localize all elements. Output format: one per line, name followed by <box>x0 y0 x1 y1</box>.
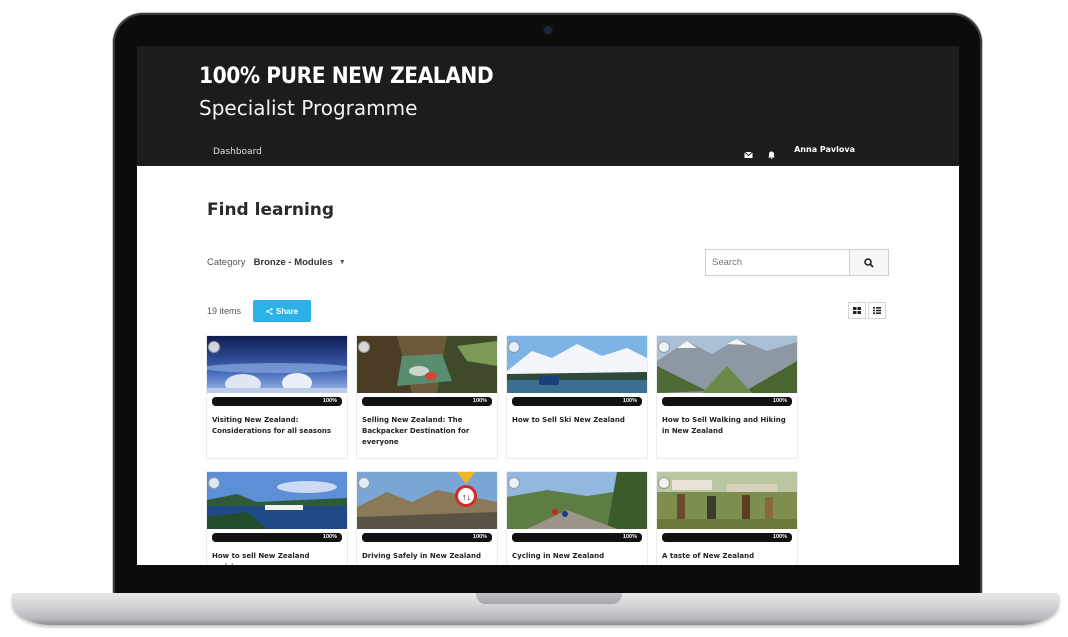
list-view-icon <box>873 307 881 314</box>
progress-bar: 100% <box>512 397 642 406</box>
progress-label: 100% <box>772 534 787 540</box>
category-dropdown[interactable]: Bronze - Modules <box>254 257 333 268</box>
user-nav: Anna Pavlova <box>744 145 855 159</box>
course-title: Driving Safely in New Zealand <box>362 552 482 560</box>
search-box <box>705 249 889 276</box>
search-input[interactable] <box>706 250 849 275</box>
course-thumbnail <box>507 336 647 393</box>
course-title: How to sell New Zealand cruising <box>212 552 310 565</box>
page-title: Find learning <box>207 200 335 220</box>
search-button[interactable] <box>849 250 888 275</box>
course-card[interactable]: 100% Selling New Zealand: The Backpacker… <box>357 336 497 458</box>
course-card[interactable]: 100% Visiting New Zealand: Consideration… <box>207 336 347 458</box>
course-grid: 100% Visiting New Zealand: Consideration… <box>207 336 807 565</box>
bell-icon[interactable] <box>767 146 776 159</box>
course-type-icon <box>208 341 220 353</box>
course-card[interactable]: 100% How to sell New Zealand cruising <box>207 472 347 565</box>
progress-label: 100% <box>322 534 337 540</box>
course-type-icon <box>208 477 220 489</box>
progress-bar: 100% <box>212 533 342 542</box>
share-label: Share <box>275 306 299 316</box>
progress-bar: 100% <box>662 533 792 542</box>
grid-view-icon <box>853 307 861 314</box>
course-type-icon <box>358 341 370 353</box>
chevron-down-icon[interactable]: ▼ <box>339 259 346 266</box>
progress-label: 100% <box>472 398 487 404</box>
course-thumbnail: ↑↓ <box>357 472 497 529</box>
course-title: A taste of New Zealand <box>662 552 755 560</box>
progress-bar: 100% <box>362 397 492 406</box>
course-title: Visiting New Zealand: Considerations for… <box>212 416 332 435</box>
laptop-screen: 100% PURE NEW ZEALAND Specialist Program… <box>137 46 959 565</box>
course-thumbnail <box>207 336 347 393</box>
course-thumbnail <box>207 472 347 529</box>
progress-label: 100% <box>622 398 637 404</box>
category-filter: Category Bronze - Modules ▼ <box>207 257 346 268</box>
course-thumbnail <box>357 336 497 393</box>
category-label: Category <box>207 257 246 268</box>
course-title: How to Sell Ski New Zealand <box>512 416 625 424</box>
course-title: Cycling in New Zealand <box>512 552 605 560</box>
course-title: How to Sell Walking and Hiking in New Ze… <box>662 416 786 435</box>
course-type-icon <box>658 477 670 489</box>
progress-label: 100% <box>322 398 337 404</box>
webcam <box>544 26 552 34</box>
course-card[interactable]: 100% Cycling in New Zealand <box>507 472 647 565</box>
nav-dashboard-link[interactable]: Dashboard <box>213 147 262 157</box>
progress-bar: 100% <box>362 533 492 542</box>
user-name-menu[interactable]: Anna Pavlova <box>794 145 855 154</box>
course-card[interactable]: 100% A taste of New Zealand <box>657 472 797 565</box>
course-card[interactable]: ↑↓ 100% Driving Safely in New Zealand <box>357 472 497 565</box>
view-toggle <box>848 302 886 319</box>
course-type-icon <box>358 477 370 489</box>
progress-label: 100% <box>472 534 487 540</box>
list-view-button[interactable] <box>868 302 886 319</box>
course-card[interactable]: 100% How to Sell Walking and Hiking in N… <box>657 336 797 458</box>
laptop-base-notch <box>476 593 622 604</box>
course-type-icon <box>508 477 520 489</box>
brand-logo-text[interactable]: 100% PURE NEW ZEALAND <box>199 64 494 89</box>
programme-title: Specialist Programme <box>199 96 418 120</box>
share-icon <box>266 307 273 315</box>
progress-bar: 100% <box>212 397 342 406</box>
course-card[interactable]: 100% How to Sell Ski New Zealand <box>507 336 647 458</box>
site-header: 100% PURE NEW ZEALAND Specialist Program… <box>137 46 959 166</box>
course-thumbnail <box>657 336 797 393</box>
result-count: 19 items <box>207 306 242 316</box>
course-title: Selling New Zealand: The Backpacker Dest… <box>362 416 470 446</box>
progress-bar: 100% <box>512 533 642 542</box>
course-thumbnail <box>507 472 647 529</box>
course-thumbnail <box>657 472 797 529</box>
svg-text:↑↓: ↑↓ <box>462 492 471 502</box>
progress-label: 100% <box>622 534 637 540</box>
search-icon <box>864 257 874 268</box>
progress-label: 100% <box>772 398 787 404</box>
grid-view-button[interactable] <box>848 302 866 319</box>
course-type-icon <box>658 341 670 353</box>
progress-bar: 100% <box>662 397 792 406</box>
course-type-icon <box>508 341 520 353</box>
envelope-icon[interactable] <box>744 146 753 158</box>
share-button[interactable]: Share <box>253 300 311 322</box>
